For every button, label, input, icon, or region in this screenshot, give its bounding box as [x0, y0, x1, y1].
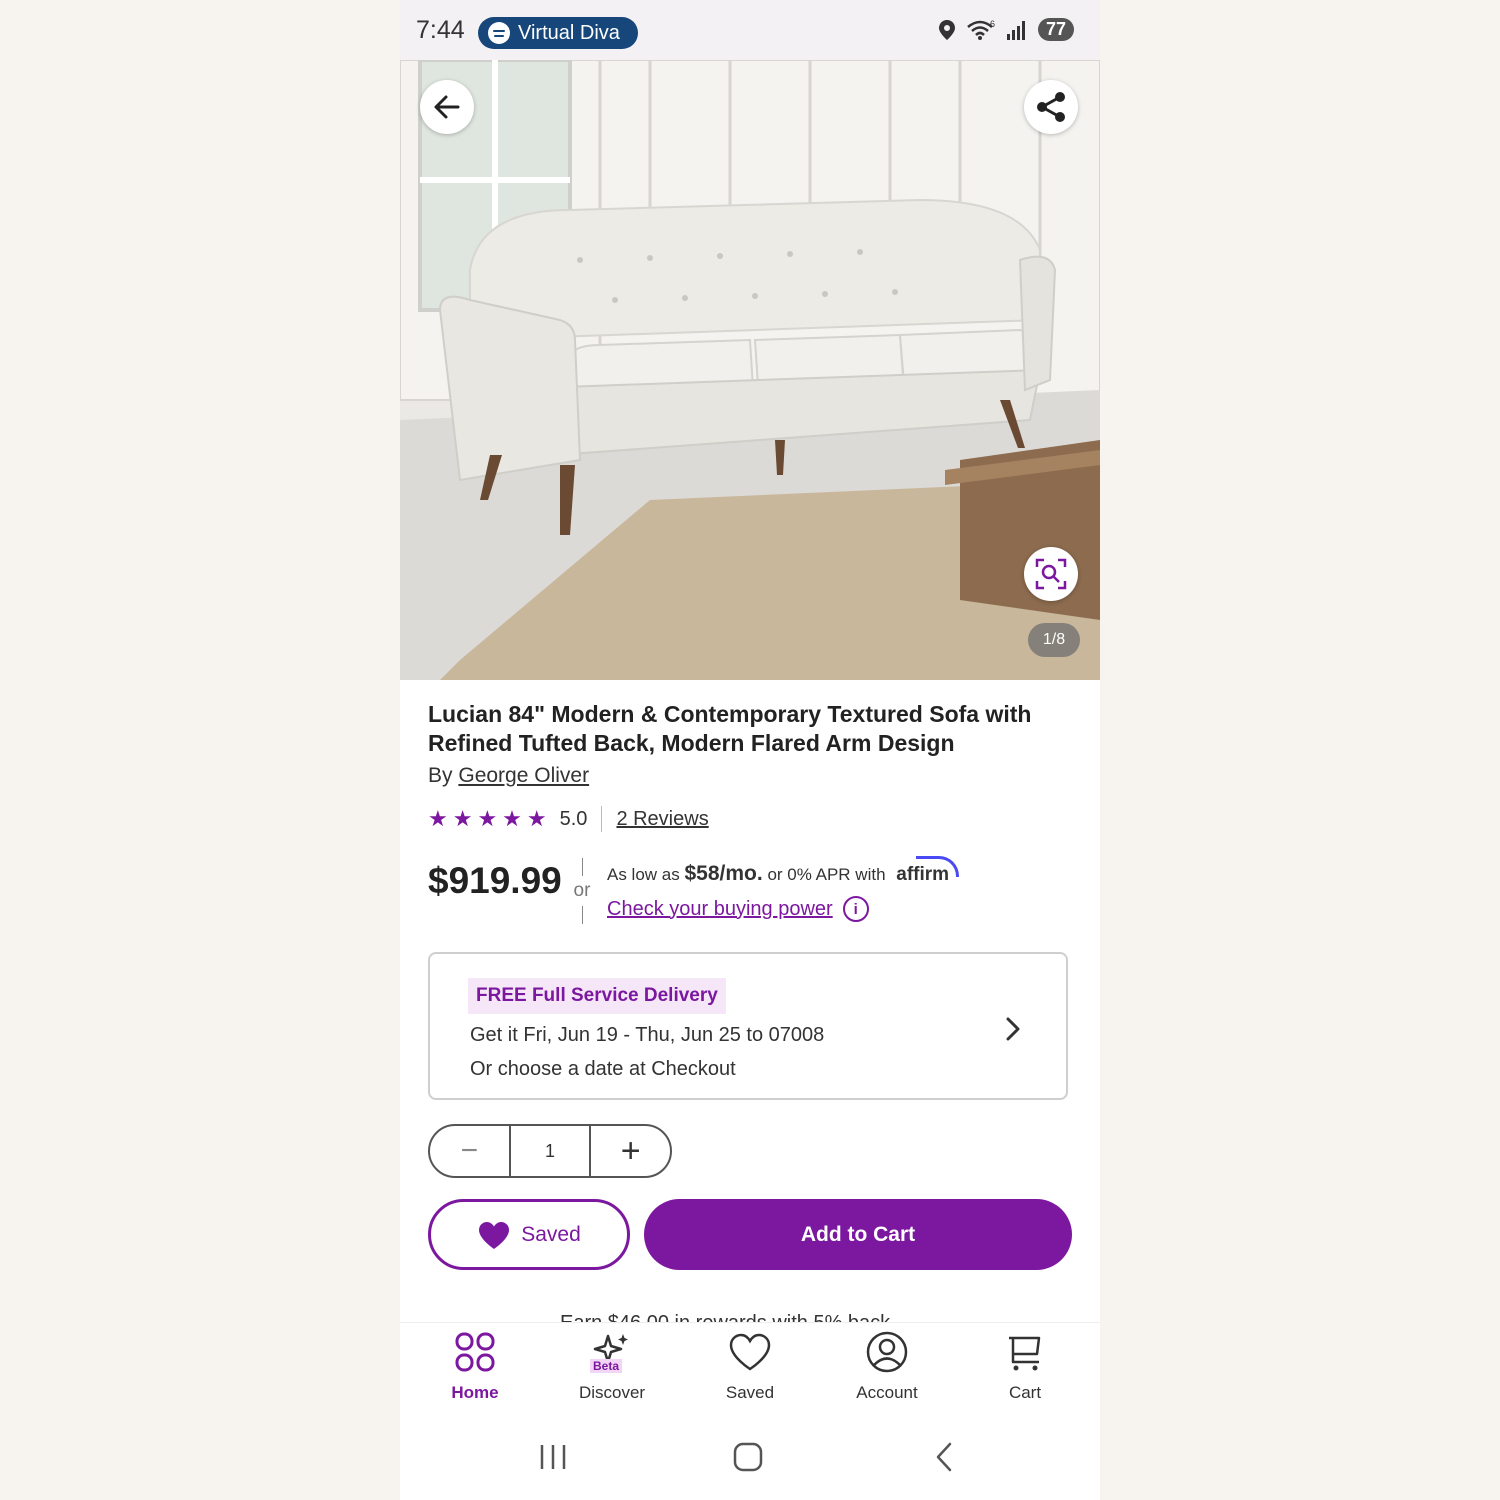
reviews-link[interactable]: 2 Reviews: [616, 808, 708, 831]
status-icons: 6 77: [938, 18, 1074, 41]
increment-button[interactable]: +: [591, 1126, 670, 1176]
phone-screen: 7:44 Virtual Diva 6 77 1/8 Lucian 84" Mo…: [400, 0, 1100, 1500]
heart-filled-icon: [479, 1221, 510, 1249]
battery-indicator: 77: [1037, 18, 1074, 41]
or-separator: or: [568, 858, 596, 924]
apr-text: or 0% APR with: [767, 865, 886, 884]
nav-cart-label: Cart: [1008, 1383, 1042, 1402]
quantity-value[interactable]: 1: [508, 1126, 592, 1176]
svg-text:6: 6: [990, 19, 995, 29]
decrement-button[interactable]: −: [430, 1126, 509, 1176]
monthly-amount: $58/mo.: [684, 862, 763, 885]
heart-icon: [729, 1333, 771, 1371]
delivery-choose-date: Or choose a date at Checkout: [470, 1058, 736, 1080]
arrow-left-icon: [434, 95, 460, 119]
bottom-nav: Home Beta Discover Saved Account Cart: [400, 1322, 1100, 1413]
info-icon[interactable]: i: [842, 896, 869, 922]
buying-power-row[interactable]: Check your buying power i: [607, 896, 869, 922]
add-to-cart-button[interactable]: Add to Cart: [644, 1199, 1072, 1270]
as-low-as-label: As low as: [607, 865, 680, 884]
back-button[interactable]: [420, 80, 474, 134]
back-nav-icon[interactable]: [928, 1440, 962, 1474]
wifi-icon: 6: [967, 19, 995, 40]
nav-account-label: Account: [856, 1383, 918, 1402]
image-search-icon: [1035, 558, 1067, 590]
brand-line: By George Oliver: [428, 764, 589, 788]
rating-row: ★★★★★ 5.0 2 Reviews: [428, 806, 709, 832]
cart-icon: [1009, 1336, 1041, 1371]
financing-line: As low as $58/mo. or 0% APR with affirm: [607, 862, 949, 886]
saved-button[interactable]: Saved: [428, 1199, 630, 1270]
nav-discover[interactable]: Beta Discover: [552, 1329, 672, 1403]
spotify-icon: [488, 22, 510, 44]
buying-power-link[interactable]: Check your buying power: [607, 898, 833, 921]
nav-saved-label: Saved: [725, 1383, 775, 1402]
delivery-badge: FREE Full Service Delivery: [468, 978, 726, 1014]
product-title: Lucian 84" Modern & Contemporary Texture…: [428, 701, 1032, 756]
quantity-stepper: − 1 +: [428, 1124, 672, 1178]
location-icon: [938, 19, 955, 40]
image-counter: 1/8: [1028, 623, 1080, 657]
nav-home[interactable]: Home: [415, 1329, 535, 1403]
nav-account[interactable]: Account: [827, 1329, 947, 1403]
sofa-photo: [400, 60, 1100, 680]
by-label: By: [428, 764, 453, 787]
home-icon: [455, 1332, 495, 1372]
share-button[interactable]: [1024, 80, 1078, 134]
status-bar: 7:44 Virtual Diva 6 77: [400, 0, 1100, 60]
saved-button-label: Saved: [521, 1222, 581, 1246]
divider: [601, 806, 603, 832]
chevron-right-icon: [1006, 1017, 1020, 1041]
product-image[interactable]: 1/8: [400, 60, 1100, 680]
affirm-logo: affirm: [896, 864, 950, 885]
brand-link[interactable]: George Oliver: [458, 764, 589, 787]
star-rating-icon: ★★★★★: [428, 806, 552, 831]
nav-home-label: Home: [451, 1383, 499, 1402]
delivery-card[interactable]: FREE Full Service Delivery Get it Fri, J…: [428, 952, 1068, 1100]
account-icon: [866, 1331, 908, 1373]
rating-value: 5.0: [559, 807, 588, 830]
nav-cart[interactable]: Cart: [965, 1329, 1085, 1403]
visual-search-button[interactable]: [1024, 547, 1078, 601]
share-icon: [1037, 92, 1065, 122]
or-label: or: [573, 880, 591, 901]
android-nav-bar: [400, 1418, 1100, 1500]
price: $919.99: [428, 860, 562, 901]
home-button-icon[interactable]: [731, 1440, 765, 1474]
recent-apps-icon[interactable]: [536, 1440, 570, 1474]
media-pill[interactable]: Virtual Diva: [478, 17, 638, 49]
delivery-date: Get it Fri, Jun 19 - Thu, Jun 25 to 0700…: [470, 1024, 825, 1046]
media-pill-label: Virtual Diva: [518, 21, 620, 44]
beta-badge: Beta: [590, 1359, 623, 1373]
nav-discover-label: Discover: [578, 1383, 646, 1402]
status-time: 7:44: [416, 16, 465, 44]
nav-saved[interactable]: Saved: [690, 1329, 810, 1403]
signal-icon: [1006, 20, 1025, 40]
